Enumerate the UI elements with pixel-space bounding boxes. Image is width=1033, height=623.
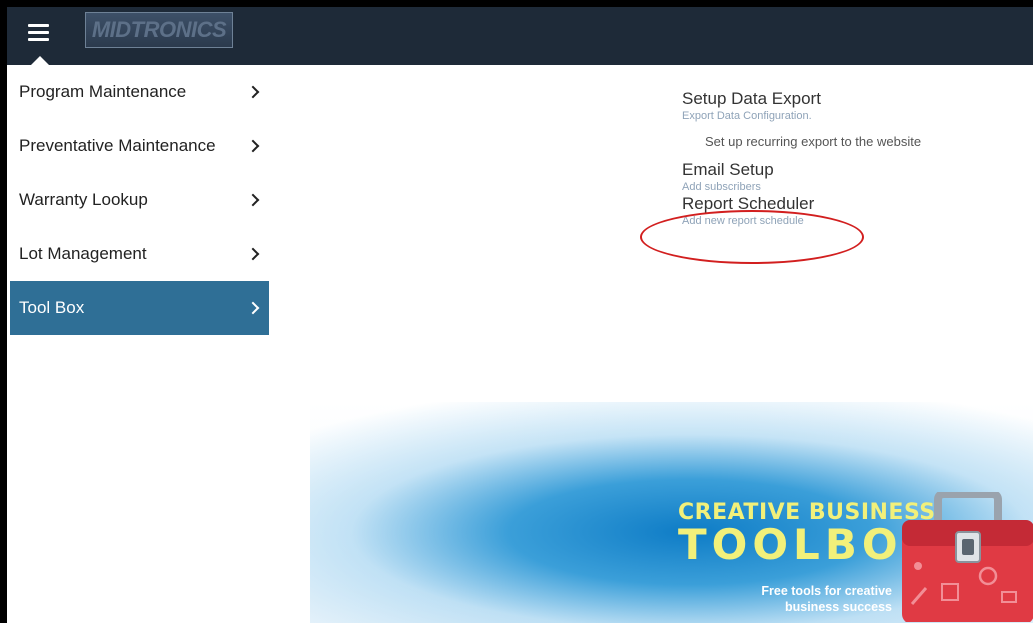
email-setup-link[interactable]: Email Setup Add subscribers	[682, 160, 921, 194]
chevron-right-icon	[246, 247, 260, 261]
card-title[interactable]: Setup Data Export	[682, 89, 921, 109]
top-bar: MIDTRONICS	[7, 7, 1033, 65]
setup-data-export-link[interactable]: Setup Data Export Export Data Configurat…	[682, 89, 921, 123]
toolbox-options: Setup Data Export Export Data Configurat…	[682, 89, 921, 228]
card-title[interactable]: Email Setup	[682, 160, 921, 180]
midtronics-logo[interactable]: MIDTRONICS	[85, 12, 233, 48]
sidebar-item-warranty-lookup[interactable]: Warranty Lookup	[10, 173, 269, 227]
toolbox-banner[interactable]: CREATIVE BUSINESS TOOLBOX Free tools for…	[310, 402, 1033, 623]
sidebar-item-program-maintenance[interactable]: Program Maintenance	[10, 65, 269, 119]
banner-tagline-line2: business success	[784, 600, 892, 614]
card-note: Set up recurring export to the website	[705, 134, 922, 149]
toolbox-icon	[902, 492, 1033, 622]
sidebar-item-label: Program Maintenance	[19, 82, 187, 101]
sidebar-item-label: Lot Management	[19, 244, 147, 263]
app-window: MIDTRONICS Program Maintenance Preventat…	[7, 7, 1033, 623]
hamburger-menu-icon[interactable]	[7, 7, 65, 65]
chevron-right-icon	[246, 301, 260, 315]
chevron-right-icon	[246, 139, 260, 153]
banner-tagline-line1: Free tools for creative	[761, 584, 892, 598]
highlight-circle	[640, 210, 864, 264]
sidebar-item-label: Tool Box	[19, 298, 85, 317]
chevron-right-icon	[246, 85, 260, 99]
card-subtitle: Add subscribers	[682, 181, 761, 193]
banner-tagline: Free tools for creative business success	[761, 583, 892, 615]
sidebar-item-tool-box[interactable]: Tool Box	[10, 281, 269, 335]
sidebar-item-lot-management[interactable]: Lot Management	[10, 227, 269, 281]
sidebar-item-preventative-maintenance[interactable]: Preventative Maintenance	[10, 119, 269, 173]
card-subtitle: Export Data Configuration.	[682, 110, 812, 122]
sidebar-item-label: Preventative Maintenance	[19, 136, 216, 155]
sidebar-nav: Program Maintenance Preventative Mainten…	[10, 65, 269, 335]
chevron-right-icon	[246, 193, 260, 207]
sidebar-item-label: Warranty Lookup	[19, 190, 148, 209]
